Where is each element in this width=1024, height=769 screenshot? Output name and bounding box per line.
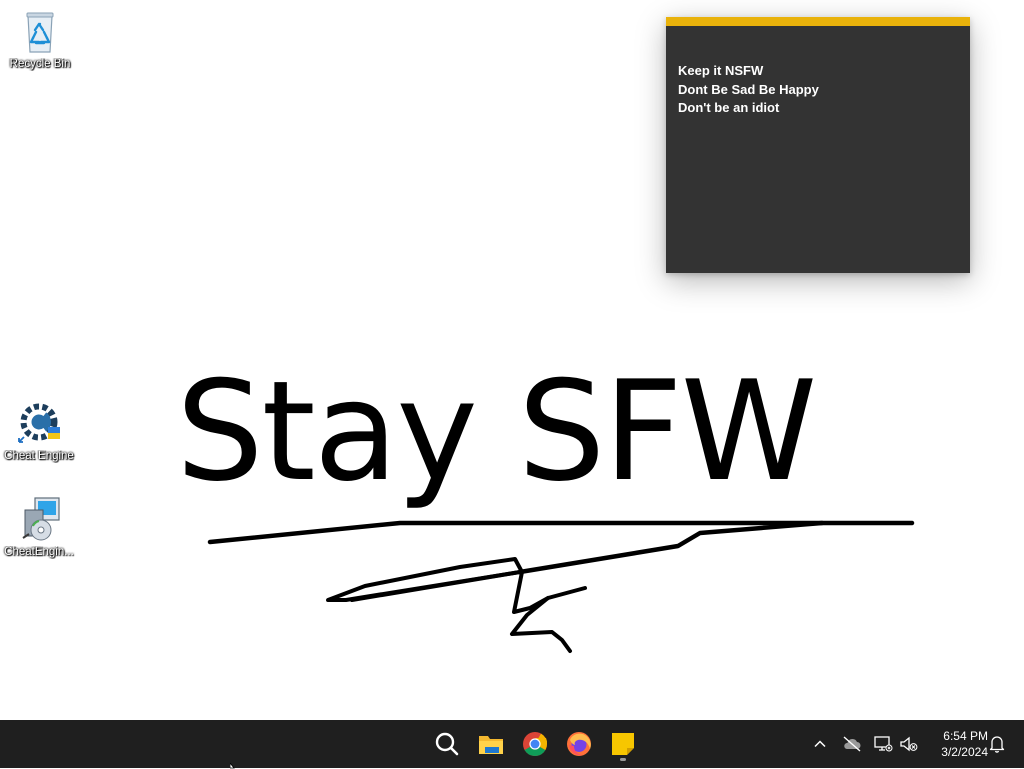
sticky-note-line: Keep it NSFW bbox=[678, 63, 764, 78]
desktop-icon-cheat-engine[interactable]: Cheat Engine bbox=[1, 400, 77, 463]
desktop-icon-label: Cheat Engine bbox=[4, 450, 74, 462]
cheat-engine-icon bbox=[18, 403, 60, 443]
wallpaper-text: Stay SFW bbox=[176, 351, 817, 512]
running-indicator bbox=[620, 758, 626, 761]
taskbar-search-button[interactable] bbox=[427, 724, 467, 764]
tray-network-button[interactable] bbox=[871, 732, 895, 756]
taskbar-file-explorer-button[interactable] bbox=[471, 724, 511, 764]
recycle-bin-icon bbox=[26, 12, 54, 53]
chevron-up-icon bbox=[814, 740, 826, 748]
sticky-note[interactable]: Keep it NSFW Dont Be Sad Be Happy Don't … bbox=[666, 17, 970, 273]
taskbar-chrome-button[interactable] bbox=[515, 724, 555, 764]
desktop-icon-label: CheatEngin... bbox=[4, 546, 74, 558]
notification-bell-icon bbox=[989, 736, 1005, 753]
clock-date: 3/2/2024 bbox=[941, 745, 988, 759]
file-explorer-icon bbox=[479, 736, 503, 754]
taskbar-firefox-button[interactable] bbox=[559, 724, 599, 764]
clock-time: 6:54 PM bbox=[943, 729, 988, 743]
desktop-icon-recycle-bin[interactable]: Recycle Bin bbox=[2, 8, 78, 71]
sticky-note-title-bar[interactable] bbox=[666, 17, 970, 26]
cloud-offline-icon bbox=[843, 736, 861, 752]
sticky-note-body[interactable]: Keep it NSFW Dont Be Sad Be Happy Don't … bbox=[666, 26, 970, 118]
taskbar-sticky-notes-button[interactable] bbox=[603, 724, 643, 764]
tray-onedrive-button[interactable] bbox=[840, 732, 864, 756]
sticky-note-line: Dont Be Sad Be Happy bbox=[678, 81, 819, 97]
desktop[interactable]: Stay SFW Recycle Bin Cheat Engine CheatE… bbox=[0, 0, 1024, 720]
firefox-icon bbox=[567, 732, 591, 756]
sticky-notes-icon bbox=[612, 733, 634, 755]
taskbar: 6:54 PM 3/2/2024 bbox=[0, 720, 1024, 768]
mouse-cursor-icon bbox=[230, 763, 235, 769]
desktop-icon-cheat-engine-installer[interactable]: CheatEngin... bbox=[1, 496, 77, 559]
volume-muted-icon bbox=[900, 736, 918, 752]
chrome-icon bbox=[523, 732, 548, 756]
tray-volume-button[interactable] bbox=[897, 732, 921, 756]
tray-show-hidden-icons-button[interactable] bbox=[808, 732, 832, 756]
sticky-note-line: Don't be an idiot bbox=[678, 100, 780, 115]
tray-notifications-button[interactable] bbox=[985, 732, 1009, 756]
taskbar-clock[interactable]: 6:54 PM 3/2/2024 bbox=[926, 728, 988, 760]
cheat-engine-installer-icon bbox=[22, 497, 60, 541]
network-icon bbox=[874, 736, 893, 752]
search-icon bbox=[435, 732, 459, 756]
desktop-icon-label: Recycle Bin bbox=[9, 58, 71, 70]
